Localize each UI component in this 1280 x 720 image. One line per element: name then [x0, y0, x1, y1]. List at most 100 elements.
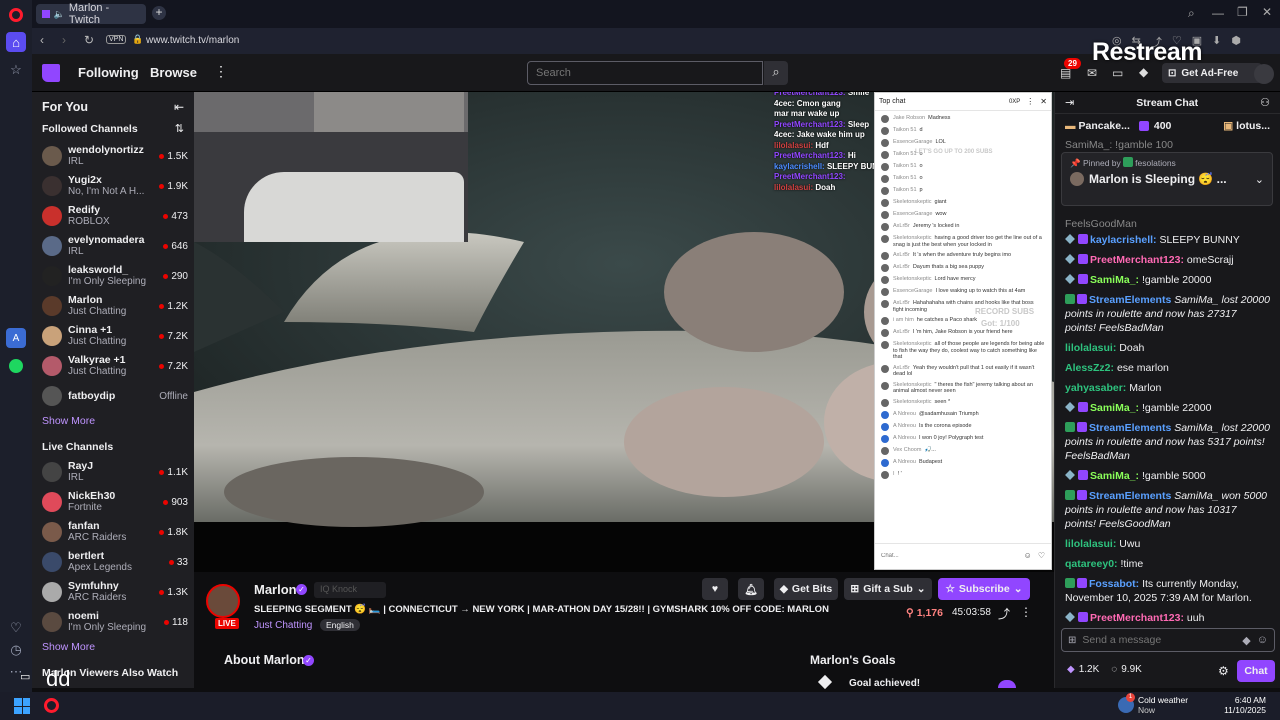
sidebar-channel[interactable]: Cinna +1 Just Chatting 7.2K [32, 321, 194, 351]
nav-browse[interactable]: Browse [150, 65, 197, 80]
inbox-icon[interactable]: ▭ [1112, 66, 1123, 80]
chat-username[interactable]: Fossabot: [1089, 578, 1139, 590]
clock[interactable]: 6:40 AM 11/10/2025 [1216, 695, 1266, 715]
collapse-chat-icon[interactable]: ⇥ [1065, 96, 1074, 109]
yt-close-icon[interactable]: ✕ [1040, 97, 1047, 106]
sidebar-channel[interactable]: leaksworld_ I'm Only Sleeping 290 [32, 261, 194, 291]
chat-username[interactable]: qatareey0: [1065, 558, 1118, 570]
more-menu-icon[interactable]: ⋮ [214, 63, 228, 80]
sidebar-channel[interactable]: noemi I'm Only Sleeping 118 [32, 607, 194, 637]
video-player[interactable]: PreetMerchant123: Smile 4cec: Cmon gang m… [194, 92, 1054, 572]
home-icon[interactable]: ⌂ [6, 32, 26, 52]
sidebar-channel[interactable]: Valkyrae +1 Just Chatting 7.2K [32, 351, 194, 381]
yt-top-chat[interactable]: Top chat [879, 98, 905, 105]
vip-badge-icon [1065, 274, 1075, 284]
chat-username[interactable]: AlessZz2: [1065, 362, 1114, 374]
heart-icon[interactable]: ♡ [6, 618, 26, 638]
whispers-icon[interactable]: ✉ [1087, 66, 1097, 80]
chat-settings-icon[interactable]: ⚙ [1218, 664, 1229, 678]
streamer-avatar[interactable] [206, 584, 240, 618]
sidebar-channel[interactable]: RayJ IRL 1.1K [32, 457, 194, 487]
category-link[interactable]: Just Chatting [254, 620, 312, 631]
chat-username[interactable]: StreamElements [1089, 294, 1171, 306]
show-more-followed[interactable]: Show More [32, 415, 194, 427]
chat-users-icon[interactable]: ⚇ [1260, 96, 1270, 109]
opera-logo-icon[interactable] [9, 8, 23, 22]
yt-chat-input[interactable] [881, 552, 1018, 559]
forward-icon[interactable]: › [62, 33, 66, 47]
sort-icon[interactable]: ⇅ [175, 122, 184, 135]
chat-username[interactable]: lilolalasui: [1065, 538, 1116, 550]
sidebar-channel[interactable]: fatboydip Offline [32, 381, 194, 411]
chat-input[interactable] [1082, 634, 1237, 646]
chat-username[interactable]: SamiMa_: [1090, 402, 1139, 414]
yt-author: Skeletonskeptic [893, 235, 932, 241]
url-field[interactable]: www.twitch.tv/marlon [146, 35, 239, 46]
chat-username[interactable]: SamiMa_: [1090, 274, 1139, 286]
knock-chip[interactable]: IQ Knock [314, 582, 386, 598]
sidebar-channel[interactable]: Marlon Just Chatting 1.2K [32, 291, 194, 321]
bits-icon[interactable]: ◆ [1139, 65, 1148, 79]
language-tag[interactable]: English [320, 619, 360, 631]
search-tabs-icon[interactable]: ⌕ [1188, 6, 1195, 21]
chat-send-button[interactable]: Chat [1237, 660, 1275, 682]
channel-points[interactable]: ◆ 1.2K ◌ 9.9K [1067, 664, 1142, 675]
download-icon[interactable]: ⬇ [1212, 34, 1221, 50]
vpn-badge[interactable]: VPN [106, 35, 127, 44]
search-button[interactable]: ⌕ [764, 61, 788, 85]
get-bits-button[interactable]: ◆ Get Bits [774, 578, 838, 600]
stream-more-icon[interactable]: ⋮ [1020, 605, 1032, 619]
history-icon[interactable]: ◷ [6, 640, 26, 660]
reload-icon[interactable]: ↻ [84, 33, 94, 47]
sidebar-channel[interactable]: Yugi2x No, I'm Not A H... 1.9K [32, 171, 194, 201]
star-icon[interactable]: ☆ [6, 60, 26, 80]
sidebar-channel[interactable]: NickEh30 Fortnite 903 [32, 487, 194, 517]
maximize-icon[interactable]: ❐ [1237, 5, 1248, 19]
notify-bell-button[interactable]: 🔔︎ [738, 578, 764, 600]
streamer-name[interactable]: Marlon [254, 582, 297, 597]
weather-widget[interactable]: Cold weather Now [1138, 695, 1188, 715]
chat-username[interactable]: StreamElements [1089, 490, 1171, 502]
yt-emoji-icon[interactable]: ☺ [1024, 551, 1032, 560]
show-more-live[interactable]: Show More [32, 641, 194, 653]
gift-sub-button[interactable]: ⊞ Gift a Sub ⌄ [844, 578, 932, 600]
sidebar-channel[interactable]: wendolynortizz IRL 1.5K [32, 141, 194, 171]
back-icon[interactable]: ‹ [40, 33, 44, 47]
chat-username[interactable]: PreetMerchant123: [1090, 254, 1184, 266]
twitch-logo-icon[interactable] [42, 64, 60, 82]
sidebar-channel[interactable]: fanfan ARC Raiders 1.8K [32, 517, 194, 547]
chat-username[interactable]: kaylacrishell: [1090, 234, 1157, 246]
opera-taskbar-icon[interactable] [44, 698, 59, 713]
chat-username[interactable]: StreamElements [1089, 422, 1171, 434]
subscribe-button[interactable]: ☆ Subscribe ⌄ [938, 578, 1030, 600]
pinned-message[interactable]: 📌 Pinned by fesolations Marlon is Sleepi… [1061, 152, 1273, 206]
pinned-expand-icon[interactable]: ⌄ [1255, 173, 1264, 186]
windows-start-icon[interactable] [14, 698, 30, 714]
sidebar-channel[interactable]: evelynomadera IRL 646 [32, 231, 194, 261]
collapse-sidebar-icon[interactable]: ⇤ [174, 100, 184, 114]
user-avatar[interactable] [1254, 64, 1274, 84]
sidebar-channel[interactable]: Redify ROBLOX 473 [32, 201, 194, 231]
search-input[interactable] [528, 62, 762, 84]
tab-twitch[interactable]: 🔈 Marlon - Twitch [36, 2, 146, 26]
chat-badge-icon[interactable]: ⊞ [1068, 635, 1076, 646]
bits-cheer-icon[interactable]: ◆ [1242, 634, 1250, 647]
sidebar-channel[interactable]: Symfuhny ARC Raiders 1.3K [32, 577, 194, 607]
nav-following[interactable]: Following [78, 65, 139, 80]
extensions-icon[interactable]: ⬢ [1231, 34, 1241, 50]
minimize-icon[interactable]: — [1212, 6, 1224, 20]
chat-username[interactable]: SamiMa_: [1090, 470, 1139, 482]
follow-heart-button[interactable]: ♥ [702, 578, 728, 600]
close-window-icon[interactable]: ✕ [1262, 5, 1272, 19]
chat-username[interactable]: lilolalasui: [1065, 342, 1116, 354]
chat-username[interactable]: yahyasaber: [1065, 382, 1126, 394]
yt-more-icon[interactable]: ⋮ [1026, 97, 1034, 106]
chat-username[interactable]: PreetMerchant123: [1090, 612, 1184, 624]
spotify-icon[interactable] [6, 356, 26, 376]
aria-icon[interactable]: A [6, 328, 26, 348]
share-stream-icon[interactable]: ⤴ [998, 605, 1010, 622]
yt-heart-icon[interactable]: ♡ [1038, 551, 1045, 560]
sidebar-channel[interactable]: bertlert Apex Legends 33 [32, 547, 194, 577]
new-tab-button[interactable]: + [152, 6, 166, 20]
emote-picker-icon[interactable]: ☺ [1257, 634, 1268, 646]
